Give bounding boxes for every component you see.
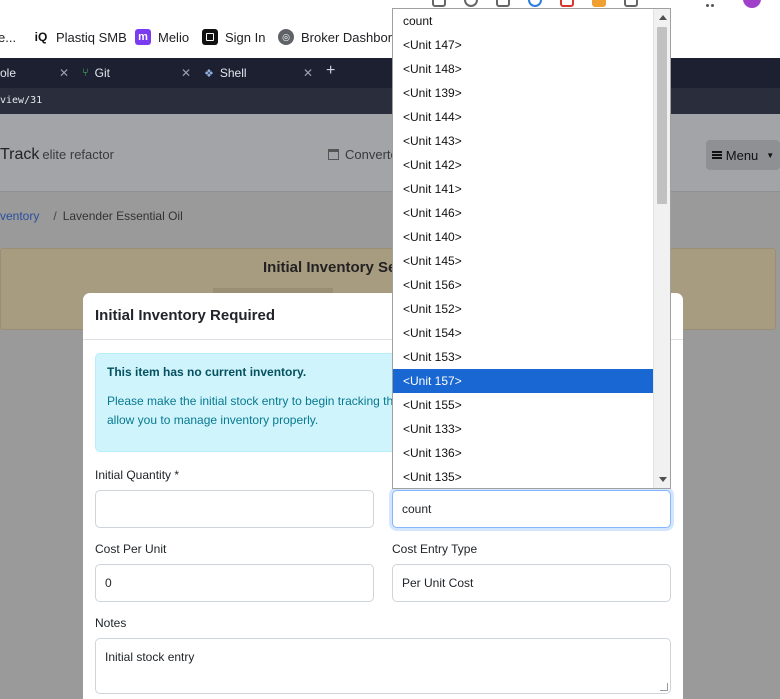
calculator-icon [328, 149, 339, 160]
new-tab-button[interactable]: + [326, 62, 335, 80]
notice-title: Initial Inventory Se [263, 259, 397, 276]
dropdown-option[interactable]: <Unit 140> [393, 225, 653, 249]
scroll-down-icon[interactable] [659, 477, 667, 482]
git-icon: ⑂ [82, 67, 89, 79]
bookmark-item[interactable]: e... [0, 26, 16, 48]
scrollbar-thumb[interactable] [657, 27, 667, 204]
initial-quantity-label: Initial Quantity * [95, 468, 180, 482]
dropdown-option[interactable]: <Unit 136> [393, 441, 653, 465]
dropdown-option[interactable]: <Unit 155> [393, 393, 653, 417]
cost-entry-type-select[interactable]: Per Unit Cost [392, 564, 671, 602]
dropdown-option[interactable]: <Unit 135> [393, 465, 653, 488]
star-icon[interactable] [496, 0, 510, 7]
caret-down-icon: ▼ [766, 150, 775, 160]
dropdown-option[interactable]: <Unit 154> [393, 321, 653, 345]
dropdown-option[interactable]: <Unit 153> [393, 345, 653, 369]
alert-body: Please make the initial stock entry to b… [107, 394, 394, 427]
bookmark-plastiq[interactable]: iQ Plastiq SMB [33, 26, 127, 48]
cost-entry-type-label: Cost Entry Type [392, 542, 478, 556]
bookmark-broker[interactable]: ◎ Broker Dashbord [278, 26, 399, 48]
breadcrumb-link[interactable]: ventory [0, 209, 39, 223]
notes-textarea[interactable]: Initial stock entry [95, 638, 671, 694]
cost-per-unit-label: Cost Per Unit [95, 542, 167, 556]
dropdown-scrollbar[interactable] [653, 9, 670, 488]
dropdown-option[interactable]: <Unit 148> [393, 57, 653, 81]
globe-icon: ◎ [278, 29, 294, 45]
notes-label: Notes [95, 616, 127, 630]
scroll-up-icon[interactable] [659, 15, 667, 20]
breadcrumb: ventory / Lavender Essential Oil [0, 209, 183, 223]
iq-logo-icon: iQ [34, 30, 48, 44]
bookmark-label: Broker Dashbord [301, 29, 400, 45]
tab-git[interactable]: ⑂ Git ✕ [82, 58, 191, 88]
dropdown-option[interactable]: <Unit 152> [393, 297, 653, 321]
breadcrumb-separator: / [53, 209, 57, 223]
search-icon[interactable] [464, 0, 478, 7]
tab-label: Shell [219, 66, 247, 80]
dropdown-options: count <Unit 147> <Unit 148> <Unit 139> <Unit… [393, 9, 653, 488]
modal-title: Initial Inventory Required [95, 307, 276, 324]
bookmark-label: Plastiq SMB [56, 29, 127, 45]
extension-red-icon[interactable] [560, 0, 574, 7]
brand-name: Track [0, 146, 40, 163]
puzzle-icon[interactable] [624, 0, 638, 7]
extension-blue-icon[interactable] [528, 0, 542, 7]
converter-label: Converte [345, 147, 398, 162]
shell-icon: ❖ [204, 67, 214, 80]
url-text[interactable]: view/31 [0, 95, 42, 106]
bookmark-melio[interactable]: m Melio [135, 26, 189, 48]
bookmark-label: Sign In [225, 29, 266, 45]
melio-logo-icon: m [135, 29, 151, 45]
tab-shell[interactable]: ❖ Shell ✕ [204, 58, 313, 88]
unit-dropdown-list[interactable]: count <Unit 147> <Unit 148> <Unit 139> <Unit… [392, 8, 671, 489]
dropdown-option[interactable]: <Unit 156> [393, 273, 653, 297]
square-logo-icon [202, 29, 218, 45]
dropdown-option[interactable]: <Unit 145> [393, 249, 653, 273]
tab-label: ole [0, 66, 17, 80]
bookmark-label: Melio [158, 29, 190, 45]
hamburger-icon [711, 151, 722, 159]
close-icon[interactable]: ✕ [181, 66, 191, 80]
profile-avatar[interactable] [743, 0, 761, 8]
tab-item[interactable]: ole ✕ [0, 58, 69, 88]
extensions-menu-icon[interactable] [706, 0, 720, 7]
bookmark-signin[interactable]: Sign In [202, 26, 265, 48]
converter-link[interactable]: Converte [328, 147, 398, 162]
extension-orange-icon[interactable] [592, 0, 606, 7]
notes-text: Initial stock entry [105, 650, 195, 664]
close-icon[interactable]: ✕ [59, 66, 69, 80]
brand-subtitle: elite refactor [42, 147, 114, 162]
dropdown-option[interactable]: <Unit 141> [393, 177, 653, 201]
dropdown-option[interactable]: <Unit 146> [393, 201, 653, 225]
cost-per-unit-input[interactable]: 0 [95, 564, 374, 602]
bookmark-label: e... [0, 29, 17, 45]
tab-label: Git [94, 66, 110, 80]
unit-select[interactable]: count [392, 490, 671, 528]
initial-quantity-input[interactable] [95, 490, 374, 528]
dropdown-option[interactable]: <Unit 143> [393, 129, 653, 153]
alert-heading: This item has no current inventory. [107, 365, 307, 379]
dropdown-option[interactable]: count [393, 9, 653, 33]
menu-button[interactable]: Menu ▼ [706, 140, 780, 170]
dropdown-option[interactable]: <Unit 142> [393, 153, 653, 177]
dropdown-option[interactable]: <Unit 147> [393, 33, 653, 57]
dropdown-option[interactable]: <Unit 144> [393, 105, 653, 129]
menu-label: Menu [725, 147, 759, 163]
close-icon[interactable]: ✕ [303, 66, 313, 80]
app-brand[interactable]: Track elite refactor [0, 146, 114, 164]
dropdown-option[interactable]: <Unit 139> [393, 81, 653, 105]
resize-handle-icon[interactable] [660, 683, 668, 691]
dropdown-option[interactable]: <Unit 133> [393, 417, 653, 441]
share-icon[interactable] [432, 0, 446, 7]
breadcrumb-current: Lavender Essential Oil [62, 209, 183, 223]
dropdown-option[interactable]: <Unit 157> [393, 369, 653, 393]
